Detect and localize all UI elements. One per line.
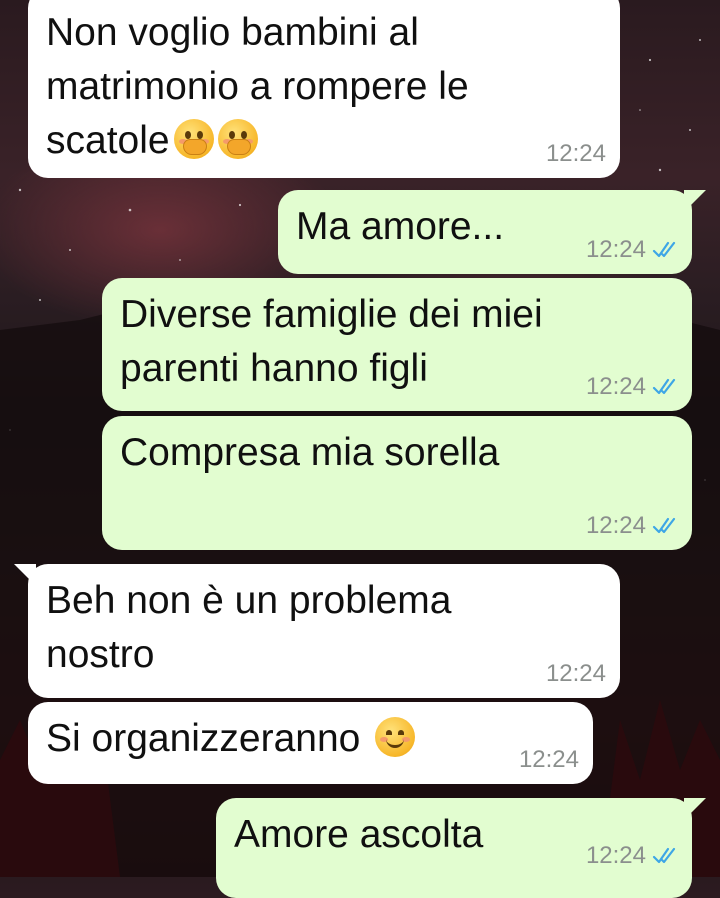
- message-text: Non voglio bambini al matrimonio a rompe…: [46, 11, 469, 162]
- bubble-tail: [14, 564, 36, 586]
- message-text: Amore ascolta: [234, 813, 484, 856]
- message-text: Beh non è un problema nostro: [46, 579, 452, 676]
- message-bubble-outgoing[interactable]: Diverse famiglie dei miei parenti hanno …: [102, 278, 692, 411]
- message-text: Compresa mia sorella: [120, 431, 500, 474]
- message-bubble-incoming[interactable]: Beh non è un problema nostro 12:24: [14, 564, 620, 698]
- message-bubble-outgoing[interactable]: Amore ascolta 12:24: [216, 798, 706, 898]
- face-with-hand-over-mouth-emoji: [173, 119, 214, 159]
- message-text: Diverse famiglie dei miei parenti hanno …: [120, 293, 543, 390]
- message-bubble-incoming[interactable]: Si organizzeranno 12:24: [28, 702, 593, 784]
- bubble-tail: [684, 798, 706, 820]
- message-time: 12:24: [585, 512, 646, 539]
- message-text: Ma amore...: [296, 205, 505, 248]
- message-meta: 12:24: [586, 514, 678, 538]
- message-text: Si organizzeranno: [46, 712, 573, 766]
- double-check-icon: [652, 517, 676, 534]
- message-bubble-incoming[interactable]: Non voglio bambini al matrimonio a rompe…: [28, 0, 620, 178]
- face-with-hand-over-mouth-emoji: [217, 119, 258, 159]
- message-bubble-outgoing[interactable]: Ma amore... 12:24: [278, 190, 706, 274]
- bubble-tail: [684, 190, 706, 212]
- message-bubble-outgoing[interactable]: Compresa mia sorella 12:24: [102, 416, 692, 550]
- smiling-face-emoji: [375, 717, 416, 757]
